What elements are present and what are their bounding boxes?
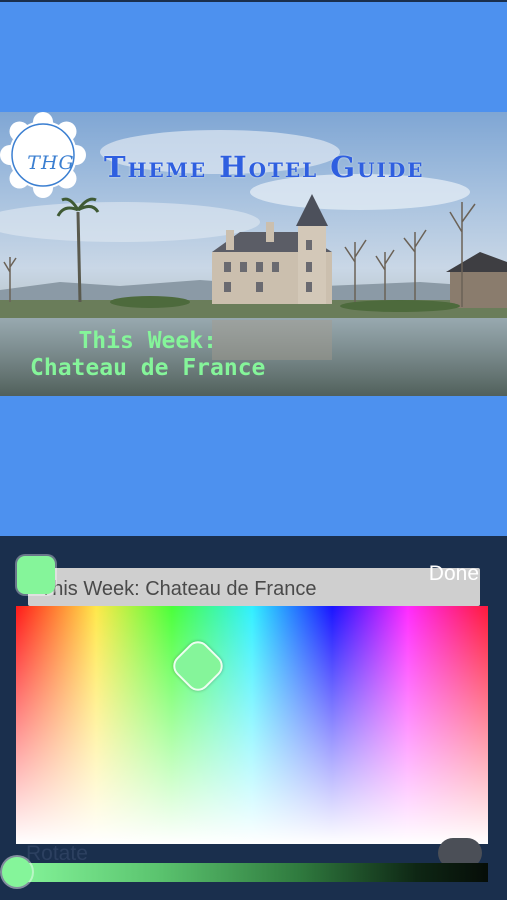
text-input[interactable]: This Week: Chateau de France xyxy=(28,568,480,606)
hotel-photo: THG Theme Hotel Guide This Week: Chateau… xyxy=(0,112,507,396)
logo-text: THG xyxy=(27,152,75,174)
color-picker-spectrum[interactable] xyxy=(16,606,488,844)
top-divider xyxy=(0,0,507,2)
brightness-slider-track[interactable] xyxy=(16,863,488,882)
done-button[interactable]: Done xyxy=(429,562,479,586)
overlay-line-2: Chateau de France xyxy=(30,355,266,381)
editor-screen: THG Theme Hotel Guide This Week: Chateau… xyxy=(0,0,507,900)
selected-color-swatch[interactable] xyxy=(17,556,55,594)
overlay-text[interactable]: This Week: Chateau de France xyxy=(30,328,265,382)
brightness-slider-thumb[interactable] xyxy=(2,857,32,887)
brand-title: Theme Hotel Guide xyxy=(104,150,425,184)
overlay-line-1: This Week: xyxy=(78,328,217,354)
